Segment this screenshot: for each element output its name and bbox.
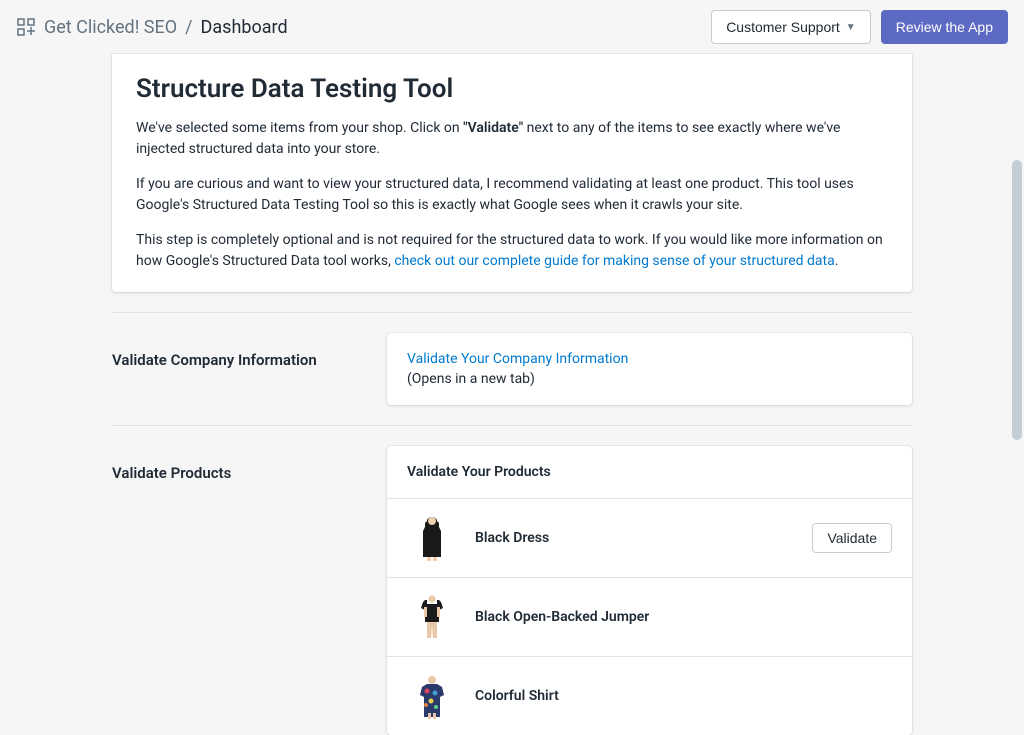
company-section-heading: Validate Company Information <box>112 333 387 369</box>
breadcrumb-app-name[interactable]: Get Clicked! SEO <box>44 17 177 38</box>
company-link-hint: (Opens in a new tab) <box>407 371 892 387</box>
intro-card: Structure Data Testing Tool We've select… <box>112 54 912 292</box>
customer-support-label: Customer Support <box>726 19 840 35</box>
product-name: Colorful Shirt <box>475 688 892 704</box>
product-image <box>407 671 457 721</box>
validate-product-button[interactable]: Validate <box>812 523 892 553</box>
products-card: Validate Your Products Black Dress Valid… <box>387 446 912 735</box>
intro-p1-before: We've selected some items from your shop… <box>136 120 463 136</box>
company-card: Validate Your Company Information (Opens… <box>387 333 912 405</box>
breadcrumb: Get Clicked! SEO / Dashboard <box>16 17 288 38</box>
intro-paragraph-1: We've selected some items from your shop… <box>136 118 888 160</box>
product-name: Black Dress <box>475 530 794 546</box>
company-section-row: Validate Company Information Validate Yo… <box>112 333 912 405</box>
customer-support-button[interactable]: Customer Support ▼ <box>711 10 871 44</box>
scrollbar-track[interactable] <box>1010 0 1024 633</box>
breadcrumb-separator: / <box>185 17 192 38</box>
section-divider <box>112 312 912 313</box>
chevron-down-icon: ▼ <box>846 22 856 33</box>
section-divider <box>112 425 912 426</box>
product-image <box>407 592 457 642</box>
scrollbar-thumb[interactable] <box>1012 160 1022 440</box>
page-title: Structure Data Testing Tool <box>136 74 888 104</box>
top-actions: Customer Support ▼ Review the App <box>711 10 1008 44</box>
top-bar: Get Clicked! SEO / Dashboard Customer Su… <box>0 0 1024 54</box>
products-section-heading: Validate Products <box>112 446 387 482</box>
apps-grid-icon <box>16 17 36 37</box>
product-row: Colorful Shirt <box>387 656 912 735</box>
products-section-row: Validate Products Validate Your Products <box>112 446 912 735</box>
validate-company-link[interactable]: Validate Your Company Information <box>407 351 892 367</box>
product-row: Black Dress Validate <box>387 498 912 577</box>
intro-paragraph-2: If you are curious and want to view your… <box>136 174 888 216</box>
product-row: Black Open-Backed Jumper <box>387 577 912 656</box>
product-image <box>407 513 457 563</box>
intro-paragraph-3: This step is completely optional and is … <box>136 230 888 272</box>
product-name: Black Open-Backed Jumper <box>475 609 892 625</box>
guide-link[interactable]: check out our complete guide for making … <box>394 253 834 269</box>
review-app-button[interactable]: Review the App <box>881 10 1008 44</box>
intro-p3-after: . <box>835 253 839 269</box>
intro-p1-bold: "Validate" <box>463 120 523 136</box>
breadcrumb-current: Dashboard <box>201 17 288 38</box>
products-card-heading: Validate Your Products <box>387 446 912 498</box>
